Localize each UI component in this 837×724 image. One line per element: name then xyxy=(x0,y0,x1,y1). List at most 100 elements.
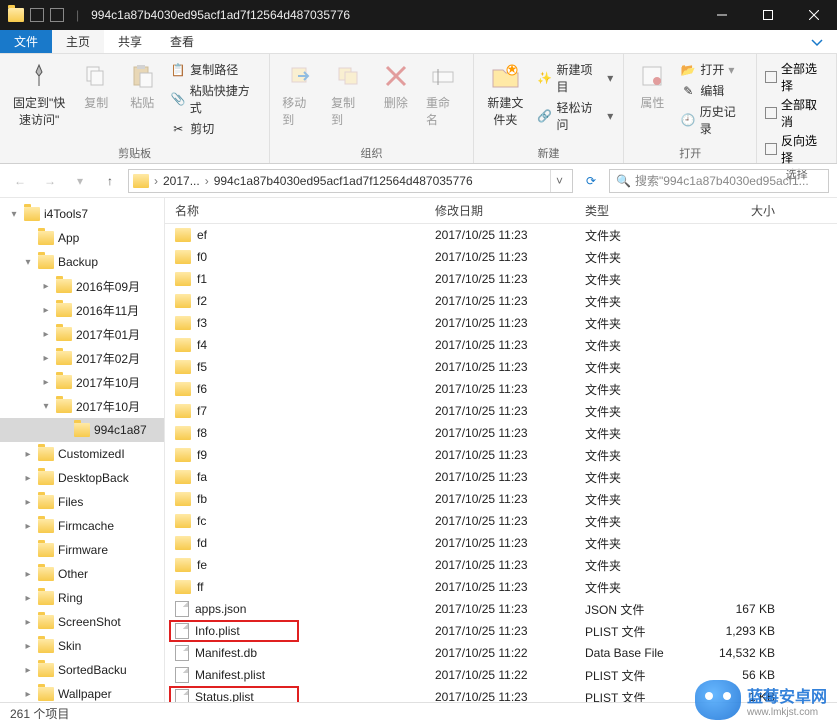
easy-access-button[interactable]: 🔗轻松访问 ▾ xyxy=(535,98,615,134)
rename-button[interactable]: 重命名 xyxy=(422,58,465,130)
tree-node[interactable]: ▸2017年01月 xyxy=(0,322,164,346)
list-item[interactable]: f92017/10/25 11:23文件夹 xyxy=(165,444,837,466)
breadcrumb[interactable]: › 2017... › 994c1a87b4030ed95acf1ad7f125… xyxy=(128,169,573,193)
list-item[interactable]: f62017/10/25 11:23文件夹 xyxy=(165,378,837,400)
list-item[interactable]: fc2017/10/25 11:23文件夹 xyxy=(165,510,837,532)
list-item[interactable]: f12017/10/25 11:23文件夹 xyxy=(165,268,837,290)
search-input[interactable]: 🔍 搜索"994c1a87b4030ed95acf1... xyxy=(609,169,829,193)
twisty-icon[interactable]: ▸ xyxy=(22,665,34,676)
tree-node[interactable]: ▸2016年11月 xyxy=(0,298,164,322)
twisty-icon[interactable]: ▸ xyxy=(22,497,34,508)
chevron-right-icon[interactable]: › xyxy=(151,174,161,188)
twisty-icon[interactable]: ▸ xyxy=(40,353,52,364)
minimize-button[interactable] xyxy=(699,0,745,30)
list-header[interactable]: 名称 修改日期 类型 大小 xyxy=(165,198,837,224)
list-item[interactable]: f02017/10/25 11:23文件夹 xyxy=(165,246,837,268)
tree-node[interactable]: ▾2017年10月 xyxy=(0,394,164,418)
tab-file[interactable]: 文件 xyxy=(0,30,52,53)
twisty-icon[interactable]: ▸ xyxy=(22,473,34,484)
copy-to-button[interactable]: 复制到 xyxy=(327,58,370,130)
properties-button[interactable]: 属性 xyxy=(632,58,672,113)
paste-button[interactable]: 粘贴 xyxy=(122,58,162,113)
tab-view[interactable]: 查看 xyxy=(156,30,208,53)
qat-icon[interactable] xyxy=(50,8,64,22)
list-item[interactable]: ef2017/10/25 11:23文件夹 xyxy=(165,224,837,246)
col-name[interactable]: 名称 xyxy=(165,202,425,219)
path-dropdown[interactable]: ˅ xyxy=(550,170,568,192)
tree-node[interactable]: ▾Backup xyxy=(0,250,164,274)
tree-node[interactable]: App xyxy=(0,226,164,250)
copy-path-button[interactable]: 📋复制路径 xyxy=(168,60,261,79)
maximize-button[interactable] xyxy=(745,0,791,30)
twisty-icon[interactable]: ▸ xyxy=(22,569,34,580)
list-item[interactable]: Info.plist2017/10/25 11:23PLIST 文件1,293 … xyxy=(165,620,837,642)
tree-node[interactable]: ▸Skin xyxy=(0,634,164,658)
tree-node[interactable]: ▸2017年10月 xyxy=(0,370,164,394)
delete-button[interactable]: 删除 xyxy=(376,58,416,113)
new-item-button[interactable]: ✨新建项目 ▾ xyxy=(535,60,615,96)
up-button[interactable]: ↑ xyxy=(98,169,122,193)
help-button[interactable] xyxy=(797,30,837,53)
twisty-icon[interactable]: ▸ xyxy=(22,449,34,460)
tree-node[interactable]: ▸Wallpaper xyxy=(0,682,164,702)
list-item[interactable]: Manifest.db2017/10/25 11:22Data Base Fil… xyxy=(165,642,837,664)
move-to-button[interactable]: 移动到 xyxy=(278,58,321,130)
tree-node[interactable]: ▸Other xyxy=(0,562,164,586)
forward-button[interactable]: → xyxy=(38,169,62,193)
recent-button[interactable]: ▾ xyxy=(68,169,92,193)
qat-icon[interactable] xyxy=(30,8,44,22)
edit-button[interactable]: ✎编辑 xyxy=(678,81,748,100)
invert-selection-button[interactable]: 反向选择 xyxy=(765,132,828,166)
list-item[interactable]: ff2017/10/25 11:23文件夹 xyxy=(165,576,837,598)
twisty-icon[interactable]: ▸ xyxy=(40,281,52,292)
tab-share[interactable]: 共享 xyxy=(104,30,156,53)
breadcrumb-item[interactable]: 994c1a87b4030ed95acf1ad7f12564d487035776 xyxy=(214,174,473,188)
twisty-icon[interactable]: ▸ xyxy=(40,329,52,340)
twisty-icon[interactable]: ▾ xyxy=(8,209,20,220)
list-item[interactable]: apps.json2017/10/25 11:23JSON 文件167 KB xyxy=(165,598,837,620)
tree-node[interactable]: ▾i4Tools7 xyxy=(0,202,164,226)
tree-node[interactable]: ▸Files xyxy=(0,490,164,514)
list-item[interactable]: f42017/10/25 11:23文件夹 xyxy=(165,334,837,356)
open-button[interactable]: 📂打开 ▾ xyxy=(678,60,748,79)
twisty-icon[interactable]: ▸ xyxy=(22,617,34,628)
select-none-button[interactable]: 全部取消 xyxy=(765,96,828,130)
tree-node[interactable]: ▸Firmcache xyxy=(0,514,164,538)
twisty-icon[interactable]: ▸ xyxy=(40,305,52,316)
list-item[interactable]: fb2017/10/25 11:23文件夹 xyxy=(165,488,837,510)
copy-button[interactable]: 复制 xyxy=(76,58,116,113)
back-button[interactable]: ← xyxy=(8,169,32,193)
list-item[interactable]: f52017/10/25 11:23文件夹 xyxy=(165,356,837,378)
paste-shortcut-button[interactable]: 📎粘贴快捷方式 xyxy=(168,81,261,117)
close-button[interactable] xyxy=(791,0,837,30)
tree-node[interactable]: ▸2017年02月 xyxy=(0,346,164,370)
twisty-icon[interactable]: ▸ xyxy=(40,377,52,388)
folder-tree[interactable]: ▾i4Tools7App▾Backup▸2016年09月▸2016年11月▸20… xyxy=(0,198,165,702)
col-size[interactable]: 大小 xyxy=(695,202,795,219)
tree-node[interactable]: ▸CustomizedI xyxy=(0,442,164,466)
breadcrumb-item[interactable]: 2017... xyxy=(163,174,200,188)
list-item[interactable]: fe2017/10/25 11:23文件夹 xyxy=(165,554,837,576)
list-item[interactable]: f32017/10/25 11:23文件夹 xyxy=(165,312,837,334)
pin-button[interactable]: 固定到"快速访问" xyxy=(8,58,70,130)
list-item[interactable]: f22017/10/25 11:23文件夹 xyxy=(165,290,837,312)
list-item[interactable]: f72017/10/25 11:23文件夹 xyxy=(165,400,837,422)
twisty-icon[interactable]: ▸ xyxy=(22,521,34,532)
cut-button[interactable]: ✂剪切 xyxy=(168,119,261,138)
tree-node[interactable]: ▸Ring xyxy=(0,586,164,610)
list-item[interactable]: fa2017/10/25 11:23文件夹 xyxy=(165,466,837,488)
twisty-icon[interactable]: ▸ xyxy=(22,593,34,604)
tree-node[interactable]: ▸SortedBacku xyxy=(0,658,164,682)
history-button[interactable]: 🕘历史记录 xyxy=(678,102,748,138)
select-all-button[interactable]: 全部选择 xyxy=(765,60,828,94)
refresh-button[interactable]: ⟳ xyxy=(579,169,603,193)
twisty-icon[interactable]: ▸ xyxy=(22,641,34,652)
tree-node[interactable]: ▸ScreenShot xyxy=(0,610,164,634)
tree-node[interactable]: Firmware xyxy=(0,538,164,562)
col-date[interactable]: 修改日期 xyxy=(425,202,575,219)
list-item[interactable]: fd2017/10/25 11:23文件夹 xyxy=(165,532,837,554)
twisty-icon[interactable]: ▸ xyxy=(22,689,34,700)
new-folder-button[interactable]: ★ 新建文件夹 xyxy=(482,58,529,130)
list-item[interactable]: f82017/10/25 11:23文件夹 xyxy=(165,422,837,444)
twisty-icon[interactable]: ▾ xyxy=(40,401,52,412)
